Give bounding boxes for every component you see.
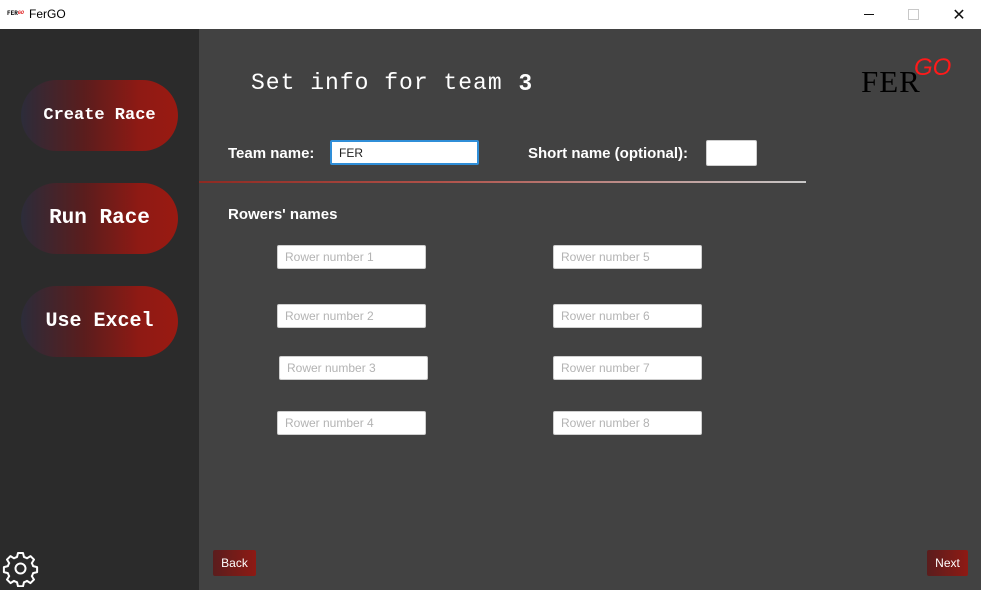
short-name-label: Short name (optional): bbox=[528, 145, 688, 162]
fergo-logo: FER GO bbox=[861, 54, 961, 99]
app-icon-go: GO bbox=[17, 10, 24, 16]
rower-6-input[interactable] bbox=[553, 304, 702, 328]
minimize-button[interactable] bbox=[846, 0, 892, 29]
rower-1-input[interactable] bbox=[277, 245, 426, 269]
back-button[interactable]: Back bbox=[213, 550, 256, 576]
next-button[interactable]: Next bbox=[927, 550, 968, 576]
rower-7-input[interactable] bbox=[553, 356, 702, 380]
create-race-button[interactable]: Create Race bbox=[21, 80, 178, 151]
rowers-names-label: Rowers' names bbox=[228, 206, 338, 223]
short-name-input[interactable] bbox=[706, 140, 757, 166]
section-divider bbox=[199, 181, 806, 183]
gear-icon[interactable] bbox=[2, 550, 39, 587]
app-icon: FERGO bbox=[7, 10, 24, 17]
app-icon-fer: FER bbox=[7, 10, 18, 17]
rower-3-input[interactable] bbox=[279, 356, 428, 380]
close-icon: ✕ bbox=[952, 5, 966, 24]
maximize-button[interactable] bbox=[890, 0, 936, 29]
rower-5-input[interactable] bbox=[553, 245, 702, 269]
window-title: FerGO bbox=[29, 7, 66, 21]
logo-fer: FER bbox=[861, 64, 921, 99]
logo-go: GO bbox=[914, 54, 952, 81]
page-title: Set info for team bbox=[251, 70, 503, 96]
rower-8-input[interactable] bbox=[553, 411, 702, 435]
team-name-input[interactable] bbox=[330, 140, 479, 165]
title-bar: FERGO FerGO ✕ bbox=[0, 0, 981, 29]
use-excel-button[interactable]: Use Excel bbox=[21, 286, 178, 357]
minimize-icon bbox=[864, 14, 874, 15]
team-name-label: Team name: bbox=[228, 145, 315, 162]
rower-4-input[interactable] bbox=[277, 411, 426, 435]
team-number: 3 bbox=[519, 69, 532, 95]
maximize-icon bbox=[907, 9, 919, 20]
rower-2-input[interactable] bbox=[277, 304, 426, 328]
run-race-button[interactable]: Run Race bbox=[21, 183, 178, 254]
sidebar: Create Race Run Race Use Excel bbox=[0, 29, 199, 590]
close-button[interactable]: ✕ bbox=[936, 0, 981, 29]
